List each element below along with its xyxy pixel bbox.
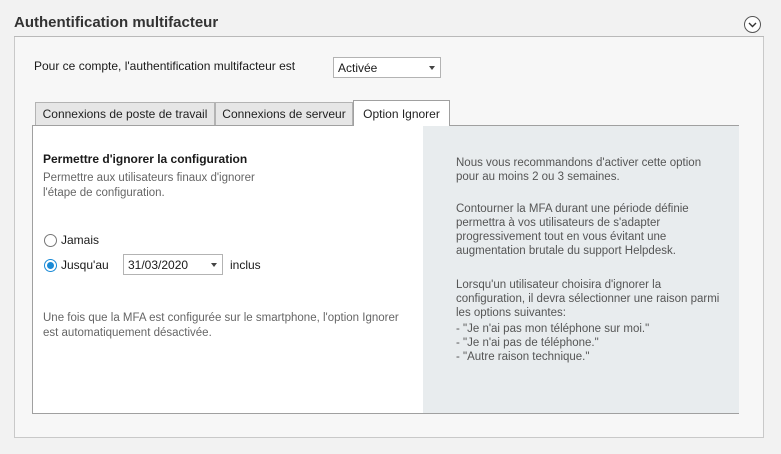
tab-workstation-connections[interactable]: Connexions de poste de travail [35, 102, 215, 125]
dropdown-arrow-icon [211, 263, 217, 267]
info-reason-item: - "Je n'ai pas de téléphone." [456, 337, 599, 349]
collapse-button[interactable] [744, 16, 761, 33]
info-paragraph-reasons-intro: Lorsqu'un utilisateur choisira d'ignorer… [456, 279, 720, 319]
radio-until-label: Jusqu'au [61, 258, 109, 272]
mfa-status-dropdown[interactable]: Activée [333, 57, 441, 78]
tab-content-skip-option: Permettre d'ignorer la configuration Per… [32, 125, 739, 414]
tab-label: Option Ignorer [363, 106, 440, 121]
date-value: 31/03/2020 [128, 257, 189, 272]
chevron-down-icon [748, 22, 757, 27]
section-title: Authentification multifacteur [14, 14, 219, 31]
info-reason-item: - "Je n'ai pas mon téléphone sur moi." [456, 323, 650, 335]
info-reason-item: - "Autre raison technique." [456, 351, 590, 363]
inclusive-label: inclus [230, 258, 261, 272]
date-dropdown[interactable]: 31/03/2020 [123, 254, 223, 275]
tab-server-connections[interactable]: Connexions de serveur [215, 102, 353, 125]
tab-label: Connexions de serveur [222, 107, 346, 121]
mfa-status-label: Pour ce compte, l'authentification multi… [34, 59, 296, 73]
skip-config-title: Permettre d'ignorer la configuration [43, 152, 248, 166]
info-pane: Nous vous recommandons d'activer cette o… [423, 126, 739, 413]
tab-label: Connexions de poste de travail [42, 107, 208, 121]
radio-button-selected[interactable] [44, 258, 57, 272]
skip-footnote: Une fois que la MFA est configurée sur l… [43, 312, 399, 339]
radio-never[interactable]: Jamais [44, 233, 99, 247]
info-paragraph-recommendation: Nous vous recommandons d'activer cette o… [456, 157, 702, 183]
radio-until[interactable]: Jusqu'au [44, 258, 109, 272]
mfa-status-value: Activée [338, 60, 378, 75]
radio-never-label: Jamais [61, 233, 100, 247]
skip-config-description: Permettre aux utilisateurs finaux d'igno… [43, 172, 255, 199]
tab-skip-option[interactable]: Option Ignorer [353, 100, 450, 126]
radio-button[interactable] [44, 233, 57, 247]
info-paragraph-bypass: Contourner la MFA durant une période déf… [456, 203, 689, 257]
dropdown-arrow-icon [429, 66, 435, 70]
